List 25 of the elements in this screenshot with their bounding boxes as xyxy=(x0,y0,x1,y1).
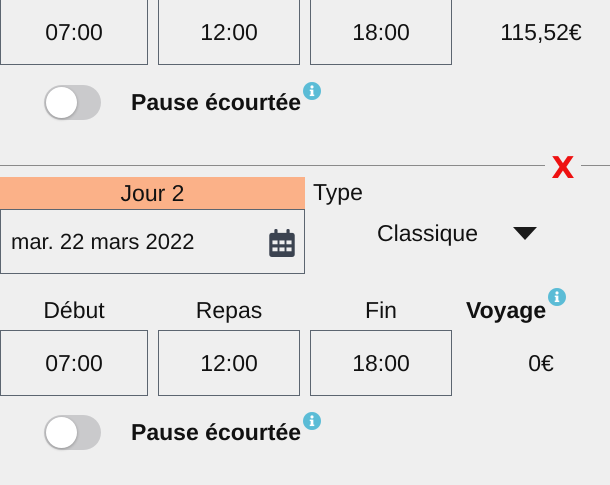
time-field[interactable]: 18:00 xyxy=(310,330,452,396)
toggle-switch[interactable] xyxy=(44,85,101,120)
type-label: Type xyxy=(313,179,364,206)
pause-label: Pause écourtée xyxy=(131,89,302,116)
time-field[interactable]: 12:00 xyxy=(158,330,300,396)
column-label: Voyage xyxy=(462,288,610,324)
time-field[interactable]: 07:00 xyxy=(0,330,148,396)
time-field[interactable]: 12:00 xyxy=(158,0,300,65)
pause-label: Pause écourtée xyxy=(131,419,302,446)
type-dropdown[interactable]: Classique xyxy=(377,220,537,247)
info-icon[interactable] xyxy=(303,412,322,430)
travel-amount: 115,52€ xyxy=(499,18,583,46)
time-field[interactable]: 18:00 xyxy=(310,0,452,65)
toggle-switch[interactable] xyxy=(44,415,101,450)
info-icon[interactable] xyxy=(548,288,566,306)
caret-icon xyxy=(513,227,537,240)
column-label: Fin xyxy=(364,297,398,324)
day-header: Jour 2 xyxy=(0,177,305,209)
time-field[interactable]: 07:00 xyxy=(0,0,148,65)
calendar-icon[interactable] xyxy=(269,229,295,257)
date-field[interactable]: mar. 22 mars 2022 xyxy=(0,209,305,274)
column-label: Début xyxy=(42,297,106,324)
travel-amount: 0€ xyxy=(527,349,555,378)
info-icon[interactable] xyxy=(303,82,322,100)
column-label: Repas xyxy=(194,297,264,324)
